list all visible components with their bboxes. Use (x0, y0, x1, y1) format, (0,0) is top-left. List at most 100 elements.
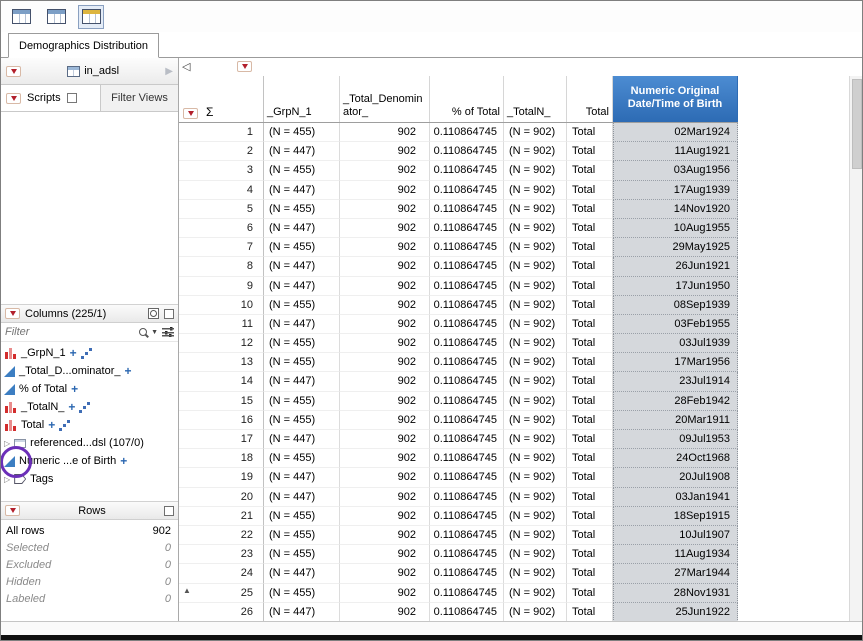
cell[interactable]: (N = 455) (264, 334, 340, 353)
cell[interactable]: 11Aug1934 (613, 545, 738, 564)
column-list-item[interactable]: % of Total+ (1, 380, 178, 398)
cell[interactable]: 902 (340, 468, 430, 487)
cell[interactable]: 09Jul1953 (613, 430, 738, 449)
red-triangle-menu-icon[interactable] (6, 93, 21, 104)
cell[interactable]: (N = 902) (504, 507, 567, 526)
cell[interactable]: (N = 902) (504, 372, 567, 391)
cell[interactable]: 902 (340, 545, 430, 564)
filter-views-tab[interactable]: Filter Views (100, 85, 178, 111)
cell[interactable]: (N = 455) (264, 296, 340, 315)
cell[interactable]: (N = 455) (264, 545, 340, 564)
cell[interactable]: (N = 455) (264, 449, 340, 468)
cell[interactable]: Total (567, 296, 613, 315)
cell[interactable]: 0.110864745 (430, 296, 504, 315)
cell[interactable]: (N = 902) (504, 526, 567, 545)
row-number[interactable]: 21 (179, 507, 264, 526)
column-header-numeric-original-date-time-of-birth[interactable]: Numeric Original Date/Time of Birth (613, 76, 738, 122)
cell[interactable]: 902 (340, 392, 430, 411)
cell[interactable]: Total (567, 430, 613, 449)
cell[interactable]: 03Feb1955 (613, 315, 738, 334)
cell[interactable]: 0.110864745 (430, 430, 504, 449)
cell[interactable]: 17Mar1956 (613, 353, 738, 372)
cell[interactable]: 10Aug1955 (613, 219, 738, 238)
cell[interactable]: 0.110864745 (430, 353, 504, 372)
cell[interactable]: 902 (340, 584, 430, 603)
filter-settings-icon[interactable] (162, 327, 174, 337)
cell[interactable]: (N = 902) (504, 584, 567, 603)
cell[interactable]: (N = 902) (504, 123, 567, 142)
cell[interactable]: 902 (340, 123, 430, 142)
cell[interactable]: (N = 455) (264, 353, 340, 372)
row-number[interactable]: 9 (179, 277, 264, 296)
cell[interactable]: 902 (340, 353, 430, 372)
red-triangle-menu-icon[interactable] (6, 66, 21, 77)
cell[interactable]: Total (567, 315, 613, 334)
cell[interactable]: Total (567, 603, 613, 621)
cell[interactable]: Total (567, 449, 613, 468)
row-number[interactable]: 20 (179, 488, 264, 507)
cell[interactable]: 10Jul1907 (613, 526, 738, 545)
cell[interactable]: (N = 902) (504, 603, 567, 621)
cell[interactable]: 0.110864745 (430, 449, 504, 468)
cell[interactable]: 902 (340, 334, 430, 353)
cell[interactable]: 0.110864745 (430, 488, 504, 507)
cell[interactable]: 902 (340, 507, 430, 526)
cell[interactable]: 29May1925 (613, 238, 738, 257)
cell[interactable]: 0.110864745 (430, 507, 504, 526)
column-list-item[interactable]: ▷referenced...dsl (107/0) (1, 434, 178, 452)
rows-stat-row[interactable]: Excluded0 (1, 556, 178, 573)
cell[interactable]: 902 (340, 449, 430, 468)
column-header-totaln[interactable]: _TotalN_ (504, 76, 567, 122)
rows-stat-row[interactable]: Labeled0 (1, 590, 178, 607)
cell[interactable]: (N = 902) (504, 564, 567, 583)
cell[interactable]: 902 (340, 372, 430, 391)
cell[interactable]: 08Sep1939 (613, 296, 738, 315)
cell[interactable]: (N = 902) (504, 488, 567, 507)
cell[interactable]: (N = 455) (264, 238, 340, 257)
column-settings-icon[interactable] (148, 308, 159, 319)
cell[interactable]: (N = 902) (504, 468, 567, 487)
row-number[interactable]: 24 (179, 564, 264, 583)
cell[interactable]: (N = 447) (264, 142, 340, 161)
cell[interactable]: Total (567, 219, 613, 238)
cell[interactable]: 18Sep1915 (613, 507, 738, 526)
cell[interactable]: (N = 447) (264, 181, 340, 200)
cell[interactable]: (N = 902) (504, 200, 567, 219)
rows-red-triangle-icon[interactable] (237, 61, 252, 72)
cell[interactable]: Total (567, 181, 613, 200)
cell[interactable]: (N = 455) (264, 392, 340, 411)
cell[interactable]: Total (567, 584, 613, 603)
cell[interactable]: (N = 455) (264, 161, 340, 180)
cell[interactable]: (N = 447) (264, 257, 340, 276)
cell[interactable]: Total (567, 257, 613, 276)
cell[interactable]: Total (567, 200, 613, 219)
column-header-grpn-1[interactable]: _GrpN_1 (264, 76, 340, 122)
cell[interactable]: 902 (340, 181, 430, 200)
column-list-item[interactable]: _GrpN_1+ (1, 344, 178, 362)
cell[interactable]: 902 (340, 564, 430, 583)
cell[interactable]: (N = 902) (504, 315, 567, 334)
cell[interactable]: 0.110864745 (430, 392, 504, 411)
cell[interactable]: Total (567, 142, 613, 161)
cell[interactable]: (N = 902) (504, 392, 567, 411)
row-number[interactable]: 26 (179, 603, 264, 621)
row-number[interactable]: 3 (179, 161, 264, 180)
cell[interactable]: (N = 902) (504, 411, 567, 430)
data-table-window-button[interactable] (8, 5, 34, 29)
cell[interactable]: 0.110864745 (430, 545, 504, 564)
row-number[interactable]: 17 (179, 430, 264, 449)
cell[interactable]: 0.110864745 (430, 200, 504, 219)
cell[interactable]: 17Jun1950 (613, 277, 738, 296)
scroll-up-marker-icon[interactable]: ▲ (183, 586, 191, 595)
cell[interactable]: (N = 902) (504, 142, 567, 161)
column-list-item[interactable]: _TotalN_+ (1, 398, 178, 416)
cell[interactable]: (N = 902) (504, 334, 567, 353)
cell[interactable]: Total (567, 277, 613, 296)
cell[interactable]: 14Nov1920 (613, 200, 738, 219)
cell[interactable]: 28Feb1942 (613, 392, 738, 411)
cell[interactable]: 17Aug1939 (613, 181, 738, 200)
row-number[interactable]: 5 (179, 200, 264, 219)
cell[interactable]: 03Aug1956 (613, 161, 738, 180)
column-header-total[interactable]: Total (567, 76, 613, 122)
cell[interactable]: 0.110864745 (430, 315, 504, 334)
